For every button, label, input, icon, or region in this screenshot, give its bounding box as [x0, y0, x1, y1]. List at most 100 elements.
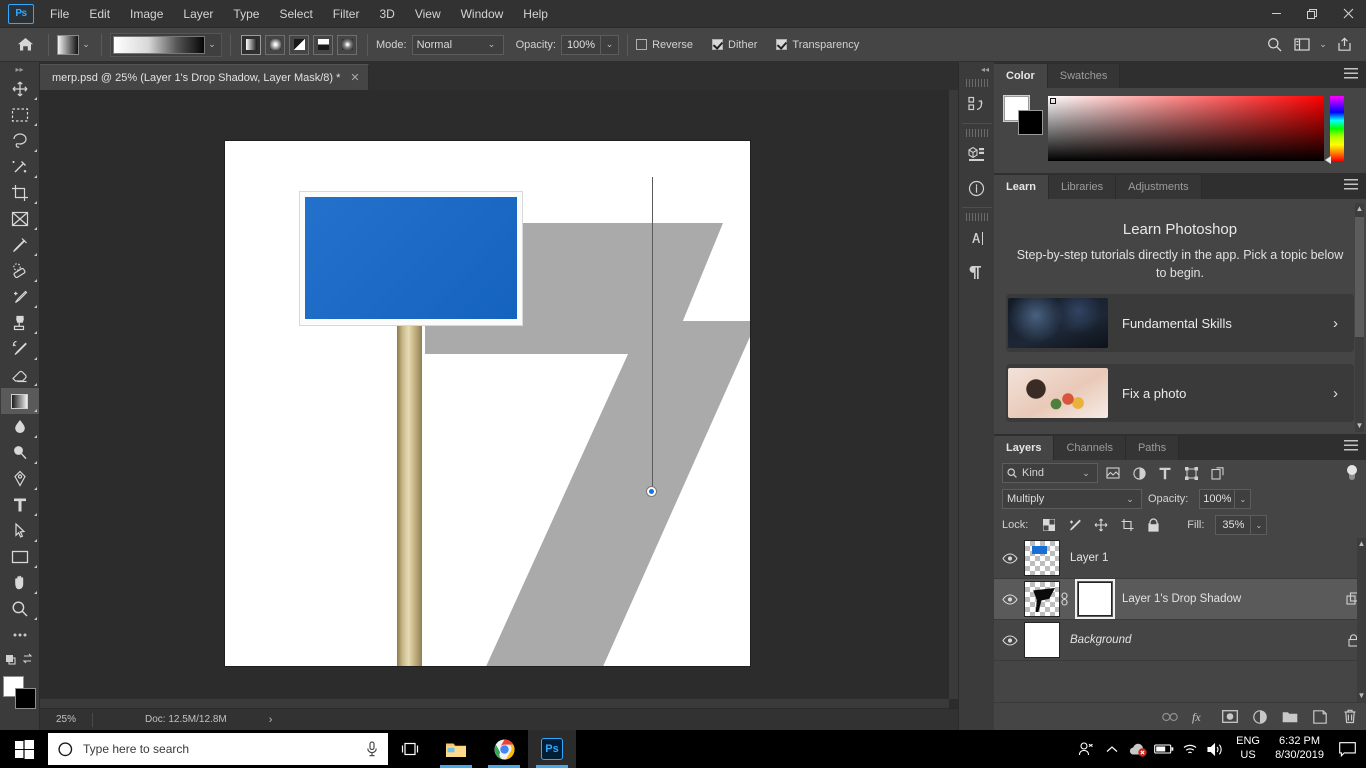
new-fill-adjustment-layer-icon[interactable]	[1250, 707, 1270, 727]
color-panel-swatches[interactable]	[1003, 95, 1043, 135]
layer-name[interactable]: Layer 1	[1060, 552, 1366, 564]
photoshop-icon[interactable]: Ps	[528, 730, 576, 768]
hue-slider-handle[interactable]	[1325, 156, 1331, 164]
radial-gradient-icon[interactable]	[265, 34, 285, 55]
frame-tool[interactable]	[1, 206, 39, 232]
layer-visibility-toggle[interactable]	[996, 552, 1024, 564]
layer-blend-mode-select[interactable]: Multiply ⌄	[1002, 489, 1142, 509]
layers-scrollbar[interactable]: ▲ ▼	[1357, 538, 1366, 702]
shape-layer-filter-icon[interactable]	[1180, 463, 1202, 483]
file-explorer-icon[interactable]	[432, 730, 480, 768]
history-panel-icon[interactable]	[960, 87, 994, 121]
chevron-down-icon[interactable]: ⌄	[79, 39, 93, 50]
layer-visibility-toggle[interactable]	[996, 634, 1024, 646]
add-layer-mask-icon[interactable]	[1220, 707, 1240, 727]
tab-learn[interactable]: Learn	[994, 175, 1049, 199]
battery-icon[interactable]	[1151, 730, 1177, 768]
spot-healing-brush-tool[interactable]	[1, 258, 39, 284]
tab-swatches[interactable]: Swatches	[1047, 64, 1121, 88]
lock-all-icon[interactable]	[1143, 516, 1163, 534]
menu-type[interactable]: Type	[223, 2, 269, 26]
type-layer-filter-icon[interactable]	[1154, 463, 1176, 483]
home-icon[interactable]	[10, 37, 40, 52]
tab-layers[interactable]: Layers	[994, 436, 1055, 460]
layer-row-layer-1[interactable]: Layer 1	[994, 538, 1366, 579]
chevron-down-icon[interactable]: ▼	[1357, 690, 1366, 702]
panel-menu-icon[interactable]	[1344, 179, 1358, 190]
layer-opacity-stepper[interactable]: ⌄	[1235, 489, 1252, 509]
menu-edit[interactable]: Edit	[79, 2, 120, 26]
3d-panel-icon[interactable]	[960, 137, 994, 171]
new-group-icon[interactable]	[1280, 707, 1300, 727]
chevron-down-icon[interactable]: ▼	[1355, 420, 1364, 432]
paragraph-panel-icon[interactable]	[960, 255, 994, 289]
quick-mask-and-screen-mode-row[interactable]	[1, 648, 39, 670]
canvas-area[interactable]	[40, 90, 958, 708]
eyedropper-tool[interactable]	[1, 232, 39, 258]
layer-thumbnail[interactable]	[1024, 622, 1060, 658]
lock-transparent-pixels-icon[interactable]	[1039, 516, 1059, 534]
background-color-swatch[interactable]	[14, 688, 36, 709]
clone-stamp-tool[interactable]	[1, 310, 39, 336]
color-spectrum-field[interactable]	[1048, 96, 1324, 161]
dock-collapse-icon[interactable]: ◂◂	[959, 62, 994, 76]
learn-card-fix-a-photo[interactable]: Fix a photo ›	[1006, 364, 1354, 423]
toolbar-collapse-icon[interactable]: ▸▸	[0, 62, 39, 76]
color-swatches[interactable]	[2, 676, 37, 710]
blend-mode-select[interactable]: Normal ⌄	[411, 34, 504, 55]
smart-object-filter-icon[interactable]	[1206, 463, 1228, 483]
rectangular-marquee-tool[interactable]	[1, 102, 39, 128]
menu-select[interactable]: Select	[269, 2, 322, 26]
volume-icon[interactable]	[1203, 730, 1229, 768]
path-anchor-point[interactable]	[646, 486, 657, 497]
layer-fill-stepper[interactable]: ⌄	[1251, 515, 1268, 535]
chevron-right-icon[interactable]: ›	[1333, 385, 1354, 402]
search-icon[interactable]	[1260, 32, 1288, 58]
layer-row-background[interactable]: Background	[994, 620, 1366, 661]
hue-slider[interactable]	[1325, 96, 1344, 164]
minimize-icon[interactable]	[1258, 0, 1294, 28]
history-brush-tool[interactable]	[1, 336, 39, 362]
close-icon[interactable]: ✕	[350, 71, 359, 84]
scrollbar-thumb[interactable]	[1355, 217, 1364, 337]
brush-tool[interactable]	[1, 284, 39, 310]
quick-selection-tool[interactable]	[1, 154, 39, 180]
canvas-vertical-scrollbar[interactable]	[949, 90, 958, 699]
gradient-tool[interactable]	[0, 388, 39, 414]
adjustment-layer-filter-icon[interactable]	[1128, 463, 1150, 483]
layer-name[interactable]: Layer 1's Drop Shadow	[1112, 593, 1340, 605]
zoom-tool[interactable]	[1, 596, 39, 622]
dock-grip[interactable]	[965, 129, 988, 137]
layer-thumbnail[interactable]	[1024, 581, 1060, 617]
people-icon[interactable]	[1073, 730, 1099, 768]
learn-panel-scrollbar[interactable]: ▲ ▼	[1355, 203, 1364, 432]
tab-paths[interactable]: Paths	[1125, 436, 1180, 460]
character-panel-icon[interactable]	[960, 221, 994, 255]
layer-fill-value[interactable]: 35%	[1215, 515, 1252, 535]
chevron-down-icon[interactable]: ⌄	[205, 39, 219, 50]
lock-position-icon[interactable]	[1091, 516, 1111, 534]
color-panel[interactable]	[994, 88, 1366, 173]
filter-toggle-icon[interactable]	[1346, 465, 1358, 481]
learn-card-fundamental-skills[interactable]: Fundamental Skills ›	[1006, 294, 1354, 353]
workspace-icon[interactable]	[1288, 32, 1316, 58]
layer-list[interactable]: Layer 1 Layer 1's Drop Shadow Background…	[994, 538, 1366, 702]
menu-file[interactable]: File	[40, 2, 79, 26]
menu-3d[interactable]: 3D	[369, 2, 404, 26]
reverse-checkbox[interactable]: Reverse	[636, 39, 698, 51]
artboard[interactable]	[225, 141, 750, 666]
close-icon[interactable]	[1330, 0, 1366, 28]
zoom-level[interactable]: 25%	[40, 714, 88, 725]
lock-image-pixels-icon[interactable]	[1065, 516, 1085, 534]
task-view-icon[interactable]	[388, 730, 432, 768]
tab-channels[interactable]: Channels	[1054, 436, 1126, 460]
info-panel-icon[interactable]	[960, 171, 994, 205]
share-icon[interactable]	[1330, 32, 1358, 58]
layer-name[interactable]: Background	[1060, 634, 1340, 646]
maximize-icon[interactable]	[1294, 0, 1330, 28]
panel-menu-icon[interactable]	[1344, 440, 1358, 451]
layer-opacity-value[interactable]: 100%	[1199, 489, 1236, 509]
taskbar-search-box[interactable]: Type here to search	[48, 733, 388, 765]
menu-filter[interactable]: Filter	[323, 2, 370, 26]
edit-toolbar-ellipsis-icon[interactable]	[1, 622, 39, 648]
